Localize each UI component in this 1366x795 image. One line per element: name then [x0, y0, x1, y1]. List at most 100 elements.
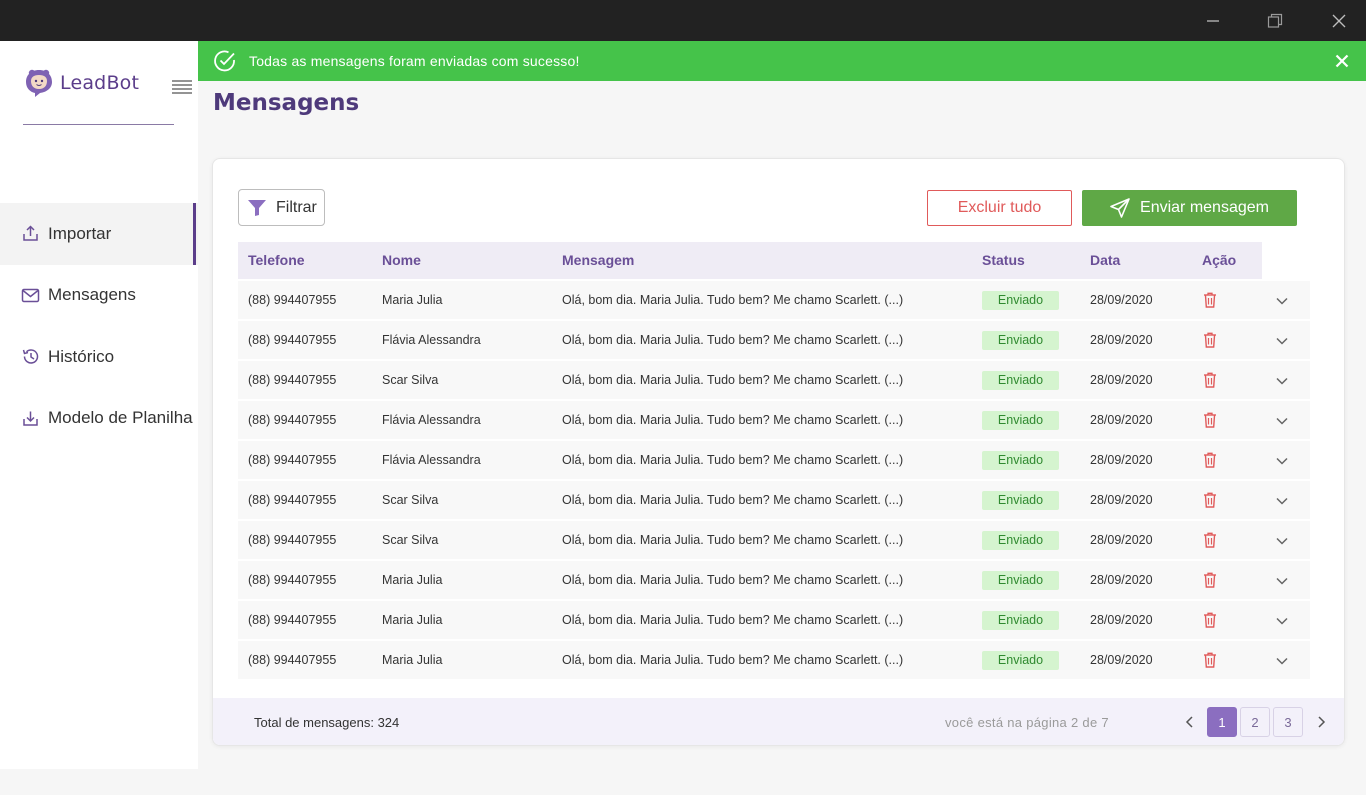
- cell-nome: Maria Julia: [382, 293, 443, 307]
- delete-all-button[interactable]: Excluir tudo: [927, 190, 1072, 226]
- table-row[interactable]: (88) 994407955 Flávia Alessandra Olá, bom …: [238, 441, 1310, 479]
- table-body: (88) 994407955 Maria Julia Olá, bom dia. M…: [238, 281, 1310, 681]
- cell-data: 28/09/2020: [1090, 573, 1153, 587]
- send-message-label: Enviar mensagem: [1140, 199, 1269, 216]
- app-name: LeadBot: [60, 72, 140, 94]
- cell-nome: Flávia Alessandra: [382, 453, 481, 467]
- trash-icon[interactable]: [1203, 412, 1217, 428]
- status-badge: Enviado: [982, 371, 1059, 390]
- table-row[interactable]: (88) 994407955 Maria Julia Olá, bom dia. M…: [238, 641, 1310, 679]
- chevron-left-icon[interactable]: [1183, 715, 1197, 729]
- table-row[interactable]: (88) 994407955 Maria Julia Olá, bom dia. M…: [238, 281, 1310, 319]
- page-button-1[interactable]: 1: [1207, 707, 1237, 737]
- status-badge: Enviado: [982, 571, 1059, 590]
- trash-icon[interactable]: [1203, 452, 1217, 468]
- column-header-acao: Ação: [1202, 252, 1237, 268]
- trash-icon[interactable]: [1203, 652, 1217, 668]
- table-row[interactable]: (88) 994407955 Maria Julia Olá, bom dia. M…: [238, 561, 1310, 599]
- page-button-2[interactable]: 2: [1240, 707, 1270, 737]
- chevron-down-icon[interactable]: [1275, 334, 1289, 348]
- minimize-button[interactable]: [1182, 0, 1244, 41]
- column-header-telefone[interactable]: Telefone: [248, 242, 305, 279]
- chevron-down-icon[interactable]: [1275, 574, 1289, 588]
- window-titlebar: [0, 0, 1366, 41]
- table-row[interactable]: (88) 994407955 Flávia Alessandra Olá, bom …: [238, 321, 1310, 359]
- trash-icon[interactable]: [1203, 572, 1217, 588]
- cell-telefone: (88) 994407955: [248, 413, 337, 427]
- column-header-data[interactable]: Data: [1090, 242, 1120, 279]
- sidebar-item-mensagens[interactable]: Mensagens: [0, 265, 198, 327]
- trash-icon[interactable]: [1203, 292, 1217, 308]
- table-row[interactable]: (88) 994407955 Flávia Alessandra Olá, bom …: [238, 401, 1310, 439]
- chevron-down-icon[interactable]: [1275, 534, 1289, 548]
- status-badge: Enviado: [982, 411, 1059, 430]
- table-row[interactable]: (88) 994407955 Maria Julia Olá, bom dia. M…: [238, 601, 1310, 639]
- cell-telefone: (88) 994407955: [248, 493, 337, 507]
- cell-mensagem: Olá, bom dia. Maria Julia. Tudo bem? Me …: [562, 653, 904, 667]
- table-row[interactable]: (88) 994407955 Scar Silva Olá, bom dia. Ma…: [238, 521, 1310, 559]
- sidebar-nav: Importar Mensagens Histórico Modelo de P…: [0, 203, 198, 449]
- chevron-down-icon[interactable]: [1275, 654, 1289, 668]
- toast-message: Todas as mensagens foram enviadas com su…: [249, 53, 580, 69]
- page-number: 2: [1251, 714, 1259, 730]
- cell-data: 28/09/2020: [1090, 533, 1153, 547]
- chevron-down-icon[interactable]: [1275, 294, 1289, 308]
- cell-data: 28/09/2020: [1090, 293, 1153, 307]
- cell-mensagem: Olá, bom dia. Maria Julia. Tudo bem? Me …: [562, 293, 904, 307]
- check-circle-icon: [214, 50, 235, 72]
- status-badge: Enviado: [982, 651, 1059, 670]
- cell-nome: Scar Silva: [382, 533, 439, 547]
- chevron-down-icon[interactable]: [1275, 614, 1289, 628]
- sidebar-item-label: Importar: [48, 223, 112, 243]
- column-header-mensagem[interactable]: Mensagem: [562, 242, 634, 279]
- cell-telefone: (88) 994407955: [248, 293, 337, 307]
- cell-mensagem: Olá, bom dia. Maria Julia. Tudo bem? Me …: [562, 453, 904, 467]
- table-row[interactable]: (88) 994407955 Scar Silva Olá, bom dia. Ma…: [238, 481, 1310, 519]
- chevron-down-icon[interactable]: [1275, 414, 1289, 428]
- column-header-nome[interactable]: Nome: [382, 242, 421, 279]
- success-toast: Todas as mensagens foram enviadas com su…: [198, 41, 1366, 81]
- history-icon: [21, 347, 40, 366]
- cell-mensagem: Olá, bom dia. Maria Julia. Tudo bem? Me …: [562, 333, 904, 347]
- window-close-button[interactable]: [1308, 0, 1366, 41]
- chevron-down-icon[interactable]: [1275, 374, 1289, 388]
- send-message-button[interactable]: Enviar mensagem: [1082, 190, 1297, 226]
- cell-mensagem: Olá, bom dia. Maria Julia. Tudo bem? Me …: [562, 413, 904, 427]
- close-icon: [1332, 14, 1346, 27]
- trash-icon[interactable]: [1203, 372, 1217, 388]
- menu-icon[interactable]: [172, 80, 192, 94]
- cell-mensagem: Olá, bom dia. Maria Julia. Tudo bem? Me …: [562, 373, 904, 387]
- cell-mensagem: Olá, bom dia. Maria Julia. Tudo bem? Me …: [562, 573, 904, 587]
- column-header-status[interactable]: Status: [982, 242, 1025, 279]
- filter-button[interactable]: Filtrar: [238, 189, 325, 226]
- page-info: você está na página 2 de 7: [945, 715, 1109, 730]
- toast-close-icon[interactable]: [1335, 54, 1349, 68]
- trash-icon[interactable]: [1203, 532, 1217, 548]
- cell-telefone: (88) 994407955: [248, 653, 337, 667]
- send-icon: [1110, 198, 1130, 218]
- page-number: 1: [1218, 714, 1226, 730]
- table-row[interactable]: (88) 994407955 Scar Silva Olá, bom dia. Ma…: [238, 361, 1310, 399]
- mail-icon: [21, 286, 40, 305]
- restore-button[interactable]: [1244, 0, 1306, 41]
- cell-nome: Scar Silva: [382, 493, 439, 507]
- sidebar-item-importar[interactable]: Importar: [0, 203, 198, 265]
- cell-data: 28/09/2020: [1090, 413, 1153, 427]
- status-badge: Enviado: [982, 451, 1059, 470]
- page-button-3[interactable]: 3: [1273, 707, 1303, 737]
- trash-icon[interactable]: [1203, 612, 1217, 628]
- trash-icon[interactable]: [1203, 332, 1217, 348]
- cell-data: 28/09/2020: [1090, 613, 1153, 627]
- status-badge: Enviado: [982, 331, 1059, 350]
- minimize-icon: [1207, 19, 1219, 22]
- chevron-right-icon[interactable]: [1314, 715, 1328, 729]
- sidebar: LeadBot Importar Mensagens Histórico Mod…: [0, 41, 198, 769]
- cell-data: 28/09/2020: [1090, 493, 1153, 507]
- sidebar-item-historico[interactable]: Histórico: [0, 326, 198, 388]
- chevron-down-icon[interactable]: [1275, 454, 1289, 468]
- chevron-down-icon[interactable]: [1275, 494, 1289, 508]
- sidebar-item-modelo-de-planilha[interactable]: Modelo de Planilha: [0, 388, 198, 450]
- cell-mensagem: Olá, bom dia. Maria Julia. Tudo bem? Me …: [562, 533, 904, 547]
- trash-icon[interactable]: [1203, 492, 1217, 508]
- sidebar-item-label: Mensagens: [48, 285, 136, 305]
